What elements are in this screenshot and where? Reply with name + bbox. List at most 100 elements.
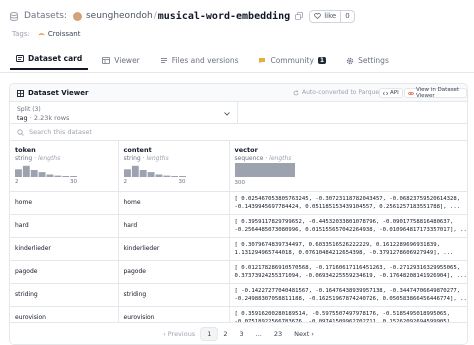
page-link[interactable]: 3 [233, 328, 249, 340]
search-icon [17, 128, 24, 136]
histogram-range: 2 30 [15, 179, 77, 185]
split-label: Split (3) [17, 106, 41, 113]
column-type-text: string [123, 155, 141, 162]
table-row[interactable]: home home [ 0.025467053805763245, -0.307… [10, 191, 467, 215]
tag-croissant[interactable]: Croissant [38, 30, 81, 38]
cell-vector[interactable]: [ 0.025467053805763245, -0.3072311878204… [229, 191, 467, 215]
tab-viewer[interactable]: Viewer [96, 56, 146, 70]
sequence-length-value: 300 [234, 180, 246, 186]
cell-token[interactable]: pagode [10, 260, 119, 284]
cell-content[interactable]: home [118, 191, 230, 215]
api-label: API [390, 90, 399, 96]
histogram-bar [38, 172, 46, 177]
table-row[interactable]: striding striding [ -0.14227277040481567… [10, 283, 467, 307]
search-bar [10, 124, 467, 141]
histogram [123, 165, 186, 177]
data-table: token string · lengths 2 30 content strin… [10, 141, 467, 329]
table-row[interactable]: hard hard [ 0.3959117829799652, -0.44532… [10, 214, 467, 238]
repo-name[interactable]: musical-word-embedding [158, 11, 290, 22]
column-header-token[interactable]: token string · lengths 2 30 [10, 141, 119, 192]
tab-settings[interactable]: Settings [340, 56, 395, 70]
chevron-down-icon [224, 112, 230, 116]
histogram-bar [62, 176, 70, 177]
database-icon [10, 11, 18, 21]
histogram-bar [123, 169, 131, 177]
dataset-viewer: Dataset Viewer Auto-converted to Parquet… [9, 83, 468, 345]
column-name: vector [234, 146, 258, 154]
range-min: 2 [15, 179, 19, 185]
cell-token[interactable]: kinderlieder [10, 237, 119, 261]
column-type: string · lengths [15, 155, 61, 162]
page-link[interactable]: 23 [268, 328, 288, 340]
tags-row: Tags: Croissant [12, 30, 80, 38]
cell-content[interactable]: kinderlieder [118, 237, 230, 261]
column-header-vector[interactable]: vector sequence · lengths 300 [229, 141, 467, 192]
table-row[interactable]: kinderlieder kinderlieder [ 0.3079674839… [10, 237, 467, 261]
range-max: 30 [70, 179, 77, 185]
owner-link[interactable]: seungheondoh [86, 11, 153, 21]
column-stat: lengths [37, 155, 61, 162]
column-stat: lengths [146, 155, 169, 162]
histogram [234, 163, 295, 177]
range-max: 30 [178, 179, 186, 185]
cell-vector[interactable]: [ 0.3079674839734497, 0.6033516526222229… [229, 237, 467, 261]
table-row[interactable]: pagode pagode [ 0.012178286910570568, -0… [10, 260, 467, 284]
grid-icon [17, 89, 24, 97]
view-in-dataset-viewer-button[interactable]: View in Dataset Viewer [404, 87, 467, 99]
column-type: string · lengths [123, 155, 169, 162]
copy-icon[interactable] [295, 12, 304, 20]
tab-community[interactable]: Community 1 [252, 56, 332, 70]
like-button[interactable]: like 0 [309, 9, 355, 23]
tab-label: Files and versions [171, 56, 239, 65]
next-page-button[interactable]: Next › [288, 328, 320, 340]
cell-token[interactable]: striding [10, 283, 119, 307]
heart-icon [314, 13, 321, 19]
histogram-range: 2 30 [124, 179, 186, 185]
cell-token[interactable]: home [10, 191, 119, 215]
tab-dataset-card[interactable]: Dataset card [10, 54, 89, 70]
gear-icon [346, 57, 354, 65]
cell-vector[interactable]: [ -0.14227277040481567, -0.1647643893995… [229, 283, 467, 307]
split-value: tag · 2.23k rows [17, 114, 69, 122]
page-link[interactable]: 1 [201, 328, 218, 340]
card-icon [16, 55, 24, 62]
histogram-bar [15, 169, 22, 177]
histogram-bar [147, 172, 154, 177]
split-select[interactable]: Split (3) tag · 2.23k rows [10, 102, 238, 124]
avatar [72, 11, 82, 21]
column-stat: lengths [269, 155, 292, 162]
search-input[interactable] [29, 128, 229, 136]
code-icon [383, 91, 388, 96]
breadcrumb-separator: / [153, 11, 157, 21]
tag-label: Croissant [47, 30, 81, 38]
page-link[interactable]: 2 [217, 328, 233, 340]
tab-files-and-versions[interactable]: Files and versions [154, 56, 245, 70]
column-name: token [15, 146, 36, 154]
histogram-bar [155, 174, 162, 177]
tags-label: Tags: [12, 30, 30, 38]
previous-page-button[interactable]: ‹ Previous [157, 328, 201, 340]
files-icon [160, 57, 168, 64]
column-type: sequence · lengths [234, 155, 292, 162]
cell-token[interactable]: hard [10, 214, 119, 238]
cell-content[interactable]: pagode [118, 260, 230, 284]
repo-tabs: Dataset card Viewer Files and versions C… [10, 52, 403, 70]
eye-icon [408, 91, 414, 96]
cell-content[interactable]: hard [118, 214, 230, 238]
view-button-label: View in Dataset Viewer [416, 87, 460, 99]
split-rows: · 2.23k rows [29, 114, 70, 122]
column-header-content[interactable]: content string · lengths 2 30 [118, 141, 230, 192]
breadcrumb-section[interactable]: Datasets: [24, 11, 67, 21]
auto-converted-note[interactable]: Auto-converted to Parquet [293, 89, 381, 96]
cell-vector[interactable]: [ 0.012178286910570568, -0.1716061711645… [229, 260, 467, 284]
api-button[interactable]: API [379, 88, 403, 98]
table-icon [102, 57, 111, 64]
tab-label: Viewer [114, 56, 140, 65]
cell-vector[interactable]: [ 0.3959117829799652, -0.445320338010787… [229, 214, 467, 238]
histogram-bar [170, 176, 178, 177]
viewer-header: Dataset Viewer Auto-converted to Parquet… [10, 84, 467, 102]
histogram-bar [178, 176, 186, 177]
cell-content[interactable]: striding [118, 283, 230, 307]
column-name: content [123, 146, 152, 154]
histogram-bar [70, 176, 77, 177]
